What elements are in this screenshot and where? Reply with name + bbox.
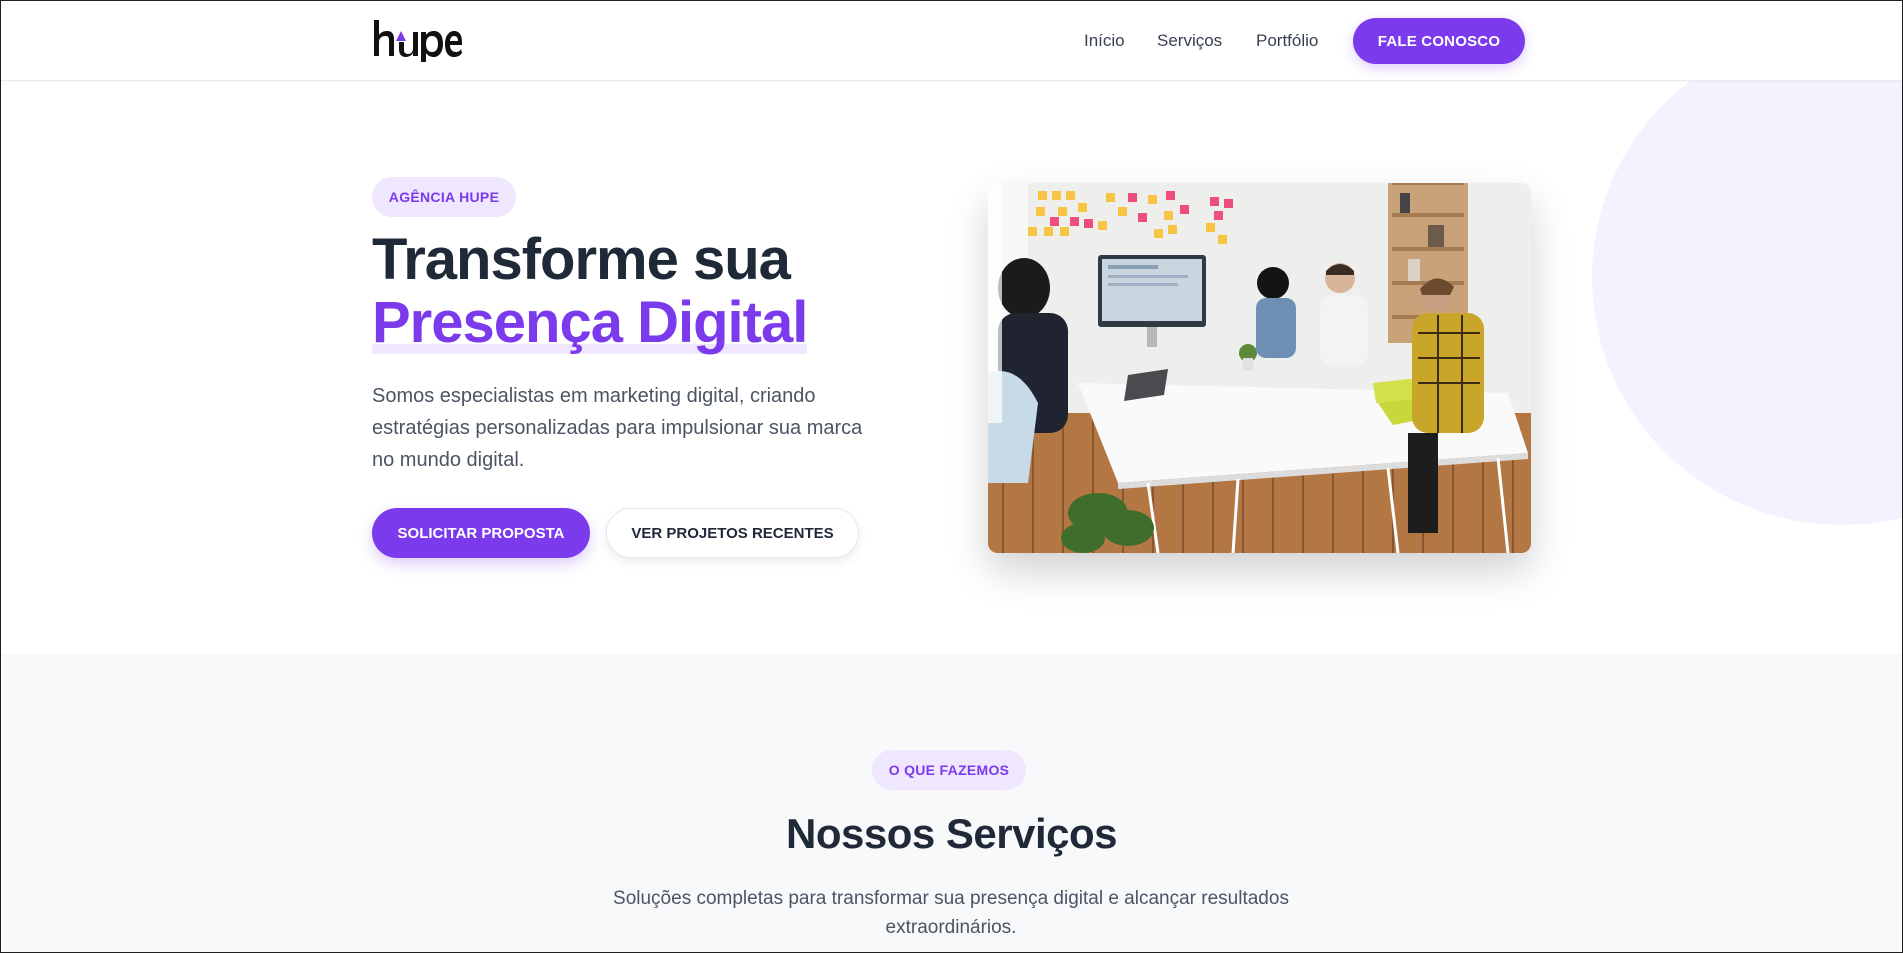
- request-proposal-button[interactable]: SOLICITAR PROPOSTA: [372, 508, 590, 558]
- decorative-circle: [1592, 30, 1903, 525]
- hero-title-line2: Presença Digital: [372, 290, 808, 355]
- brand-logo[interactable]: [372, 18, 462, 62]
- nav-link-servicos[interactable]: Serviços: [1157, 0, 1222, 81]
- services-title: Nossos Serviços: [785, 810, 1118, 857]
- hero-badge: AGÊNCIA HUPE: [372, 177, 516, 217]
- team-meeting-photo-icon: [988, 183, 1531, 553]
- page: Início Serviços Portfólio FALE CONOSCO A…: [0, 0, 1903, 953]
- nav-link-inicio[interactable]: Início: [1084, 0, 1125, 81]
- contact-cta-button[interactable]: FALE CONOSCO: [1353, 18, 1525, 64]
- view-projects-button[interactable]: VER PROJETOS RECENTES: [606, 508, 859, 558]
- hero-title: Transforme sua Presença Digital: [372, 227, 808, 355]
- services-description: Soluções completas para transformar sua …: [613, 888, 1289, 938]
- nav-link-portfolio[interactable]: Portfólio: [1256, 0, 1318, 81]
- services-badge: O QUE FAZEMOS: [872, 750, 1026, 790]
- hupe-logo-icon: [374, 20, 462, 62]
- site-header: Início Serviços Portfólio FALE CONOSCO: [0, 0, 1903, 81]
- hero-description: Somos especialistas em marketing digital…: [372, 385, 863, 471]
- hero-image: [988, 183, 1531, 553]
- hero-title-line1: Transforme sua: [372, 227, 791, 292]
